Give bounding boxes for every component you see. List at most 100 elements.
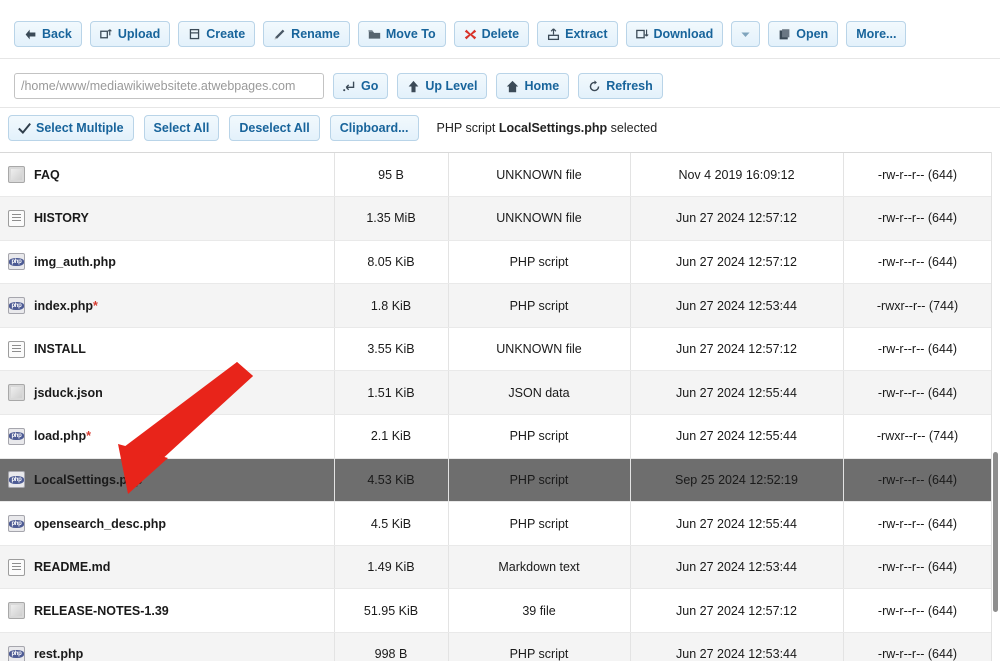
pathbar-button-home[interactable]: Home bbox=[496, 73, 569, 99]
unknown-file-icon bbox=[8, 602, 25, 619]
file-size-cell: 2.1 KiB bbox=[334, 415, 448, 459]
file-name-label: INSTALL bbox=[34, 342, 86, 356]
file-name-cell[interactable]: RELEASE-NOTES-1.39 bbox=[0, 589, 334, 633]
toolbar-button-label: Create bbox=[206, 28, 245, 41]
create-file-icon bbox=[188, 28, 201, 41]
toolbar-button-delete[interactable]: Delete bbox=[454, 21, 530, 47]
path-input[interactable] bbox=[14, 73, 324, 99]
file-name-cell[interactable]: HISTORY bbox=[0, 197, 334, 241]
php-file-icon bbox=[8, 515, 25, 532]
status-text: PHP script LocalSettings.php selected bbox=[437, 121, 658, 135]
toolbar-button-rename[interactable]: Rename bbox=[263, 21, 350, 47]
status-filename: LocalSettings.php bbox=[499, 121, 607, 135]
vertical-scrollbar[interactable] bbox=[991, 152, 1000, 661]
table-row[interactable]: INSTALL3.55 KiBUNKNOWN fileJun 27 2024 1… bbox=[0, 327, 992, 371]
toolbar-button-chevron-down-icon[interactable] bbox=[731, 21, 760, 47]
table-row[interactable]: RELEASE-NOTES-1.3951.95 KiB39 fileJun 27… bbox=[0, 589, 992, 633]
file-name-label: HISTORY bbox=[34, 211, 89, 225]
table-row[interactable]: FAQ95 BUNKNOWN fileNov 4 2019 16:09:12-r… bbox=[0, 153, 992, 197]
toolbar-button-label: Rename bbox=[291, 28, 340, 41]
table-row[interactable]: jsduck.json1.51 KiBJSON dataJun 27 2024 … bbox=[0, 371, 992, 415]
file-size-cell: 51.95 KiB bbox=[334, 589, 448, 633]
delete-x-icon bbox=[464, 28, 477, 41]
file-name-label: opensearch_desc.php bbox=[34, 517, 166, 531]
scrollbar-thumb[interactable] bbox=[993, 452, 998, 612]
file-name-wrap: opensearch_desc.php bbox=[8, 515, 326, 532]
file-name-cell[interactable]: load.php* bbox=[0, 415, 334, 459]
toolbar-button-more[interactable]: More... bbox=[846, 21, 906, 47]
file-name-cell[interactable]: README.md bbox=[0, 545, 334, 589]
enter-arrow-icon bbox=[343, 80, 356, 93]
file-name-cell[interactable]: jsduck.json bbox=[0, 371, 334, 415]
pathbar-button-go[interactable]: Go bbox=[333, 73, 388, 99]
file-name-label: RELEASE-NOTES-1.39 bbox=[34, 604, 169, 618]
toolbar-button-download[interactable]: Download bbox=[626, 21, 724, 47]
file-type-cell: PHP script bbox=[448, 240, 630, 284]
file-date-cell: Jun 27 2024 12:57:12 bbox=[630, 240, 843, 284]
file-permissions-cell: -rw-r--r-- (644) bbox=[843, 458, 992, 502]
table-row[interactable]: load.php*2.1 KiBPHP scriptJun 27 2024 12… bbox=[0, 415, 992, 459]
file-name-cell[interactable]: LocalSettings.php bbox=[0, 458, 334, 502]
file-permissions-cell: -rwxr--r-- (744) bbox=[843, 415, 992, 459]
open-folder-icon bbox=[778, 28, 791, 41]
file-name-cell[interactable]: img_auth.php bbox=[0, 240, 334, 284]
file-name-cell[interactable]: FAQ bbox=[0, 153, 334, 197]
file-date-cell: Jun 27 2024 12:53:44 bbox=[630, 284, 843, 328]
selectbar-button-clipboard[interactable]: Clipboard... bbox=[330, 115, 419, 141]
toolbar-button-open[interactable]: Open bbox=[768, 21, 838, 47]
selectbar-button-select-all[interactable]: Select All bbox=[144, 115, 220, 141]
file-type-cell: 39 file bbox=[448, 589, 630, 633]
toolbar-button-extract[interactable]: Extract bbox=[537, 21, 617, 47]
file-name-cell[interactable]: opensearch_desc.php bbox=[0, 502, 334, 546]
pathbar-button-refresh[interactable]: Refresh bbox=[578, 73, 663, 99]
file-name-cell[interactable]: rest.php bbox=[0, 633, 334, 661]
file-type-cell: UNKNOWN file bbox=[448, 197, 630, 241]
status-prefix: PHP script bbox=[437, 121, 496, 135]
status-suffix: selected bbox=[611, 121, 658, 135]
toolbar-button-upload[interactable]: Upload bbox=[90, 21, 170, 47]
home-icon bbox=[506, 80, 519, 93]
upload-icon bbox=[100, 28, 113, 41]
file-name-cell[interactable]: INSTALL bbox=[0, 327, 334, 371]
toolbar-button-back[interactable]: Back bbox=[14, 21, 82, 47]
table-row[interactable]: index.php*1.8 KiBPHP scriptJun 27 2024 1… bbox=[0, 284, 992, 328]
selectbar-button-deselect-all[interactable]: Deselect All bbox=[229, 115, 319, 141]
file-list-container[interactable]: FAQ95 BUNKNOWN fileNov 4 2019 16:09:12-r… bbox=[0, 152, 1000, 661]
pathbar-button-up-level[interactable]: Up Level bbox=[397, 73, 487, 99]
selection-toolbar: Select Multiple Select All Deselect All Cli… bbox=[0, 114, 1000, 142]
selectbar-button-select-multiple[interactable]: Select Multiple bbox=[8, 115, 134, 141]
toolbar-button-label: Delete bbox=[482, 28, 520, 41]
pathbar-button-label: Home bbox=[524, 80, 559, 93]
table-row[interactable]: img_auth.php8.05 KiBPHP scriptJun 27 202… bbox=[0, 240, 992, 284]
file-type-cell: PHP script bbox=[448, 633, 630, 661]
toolbar-button-move-to[interactable]: Move To bbox=[358, 21, 446, 47]
toolbar-button-create[interactable]: Create bbox=[178, 21, 255, 47]
table-row[interactable]: opensearch_desc.php4.5 KiBPHP scriptJun … bbox=[0, 502, 992, 546]
pathbar-button-label: Refresh bbox=[606, 80, 653, 93]
selectbar-button-label: Select Multiple bbox=[36, 122, 124, 135]
file-type-cell: UNKNOWN file bbox=[448, 327, 630, 371]
php-file-icon bbox=[8, 471, 25, 488]
file-type-cell: PHP script bbox=[448, 284, 630, 328]
table-row[interactable]: rest.php998 BPHP scriptJun 27 2024 12:53… bbox=[0, 633, 992, 661]
file-permissions-cell: -rw-r--r-- (644) bbox=[843, 502, 992, 546]
toolbar-button-label: Open bbox=[796, 28, 828, 41]
selectbar-button-label: Select All bbox=[154, 122, 210, 135]
toolbar-button-label: More... bbox=[856, 28, 896, 41]
file-date-cell: Jun 27 2024 12:57:12 bbox=[630, 327, 843, 371]
chevron-down-icon bbox=[739, 28, 752, 41]
file-name-cell[interactable]: index.php* bbox=[0, 284, 334, 328]
pathbar-button-label: Up Level bbox=[425, 80, 477, 93]
file-type-cell: PHP script bbox=[448, 415, 630, 459]
table-row[interactable]: HISTORY1.35 MiBUNKNOWN fileJun 27 2024 1… bbox=[0, 197, 992, 241]
file-name-wrap: rest.php bbox=[8, 646, 326, 661]
executable-star: * bbox=[93, 299, 98, 313]
table-row[interactable]: LocalSettings.php4.53 KiBPHP scriptSep 2… bbox=[0, 458, 992, 502]
file-size-cell: 1.51 KiB bbox=[334, 371, 448, 415]
file-type-cell: PHP script bbox=[448, 502, 630, 546]
file-date-cell: Sep 25 2024 12:52:19 bbox=[630, 458, 843, 502]
table-row[interactable]: README.md1.49 KiBMarkdown textJun 27 202… bbox=[0, 545, 992, 589]
pencil-icon bbox=[273, 28, 286, 41]
file-name-wrap: jsduck.json bbox=[8, 384, 326, 401]
toolbar-button-label: Extract bbox=[565, 28, 607, 41]
